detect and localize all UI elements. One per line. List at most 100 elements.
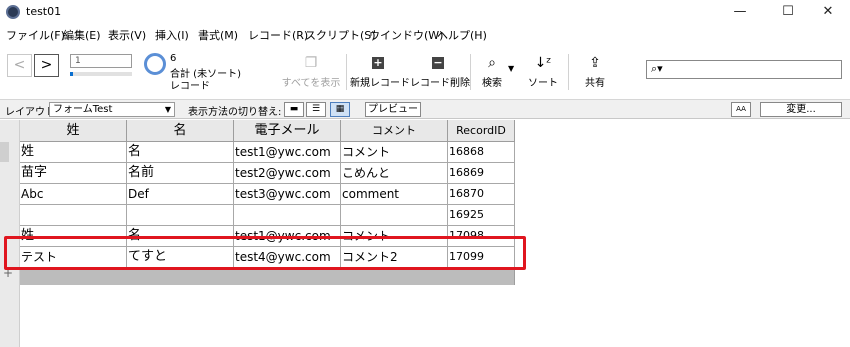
table-cell[interactable]: 17098 bbox=[448, 226, 515, 247]
table-cell[interactable] bbox=[20, 205, 127, 226]
minimize-button[interactable]: — bbox=[718, 0, 762, 24]
text-format-button[interactable]: AA bbox=[731, 102, 751, 117]
table-cell[interactable]: test4@ywc.com bbox=[234, 247, 341, 270]
new-record-label: 新規レコード bbox=[350, 78, 410, 89]
menu-bar: ファイル(F) 編集(E) 表示(V) 挿入(I) 書式(M) レコード(R) … bbox=[0, 26, 850, 44]
table-cell[interactable]: 名 bbox=[127, 142, 234, 163]
menu-help[interactable]: ヘルプ(H) bbox=[437, 27, 487, 43]
minus-icon: − bbox=[432, 56, 444, 69]
show-all-icon: ❐ bbox=[304, 55, 318, 71]
toolbar-separator bbox=[568, 54, 569, 90]
record-slider-fill bbox=[70, 72, 74, 76]
plus-icon[interactable]: + bbox=[3, 266, 13, 280]
title-bar: test01 — ☐ ✕ bbox=[0, 0, 850, 24]
table-cell[interactable]: Def bbox=[127, 184, 234, 205]
close-button[interactable]: ✕ bbox=[806, 0, 850, 24]
table-cell[interactable] bbox=[341, 205, 448, 226]
table-cell[interactable]: 16868 bbox=[448, 142, 515, 163]
record-unit: レコード bbox=[170, 81, 210, 92]
delete-record-label: レコード削除 bbox=[410, 78, 470, 89]
menu-format[interactable]: 書式(M) bbox=[198, 27, 238, 43]
new-record-button[interactable]: + 新規レコード bbox=[350, 52, 410, 96]
table-cell[interactable]: test1@ywc.com bbox=[234, 142, 341, 163]
table-cell[interactable]: test2@ywc.com bbox=[234, 163, 341, 184]
record-count: 6 bbox=[170, 53, 177, 64]
table-footer bbox=[20, 270, 515, 285]
toolbar-separator bbox=[470, 54, 471, 90]
table-cell[interactable]: こめんと bbox=[341, 163, 448, 184]
table-cell[interactable]: てすと bbox=[127, 247, 234, 270]
table-cell[interactable]: 16870 bbox=[448, 184, 515, 205]
table-cell[interactable]: 16925 bbox=[448, 205, 515, 226]
gutter-marker bbox=[0, 142, 9, 162]
table-cell[interactable]: コメント bbox=[341, 226, 448, 247]
toolbar-separator bbox=[346, 54, 347, 90]
table-cell[interactable]: Abc bbox=[20, 184, 127, 205]
app-window: test01 — ☐ ✕ ファイル(F) 編集(E) 表示(V) 挿入(I) 書… bbox=[0, 0, 850, 347]
layout-select-value: フォームTest bbox=[53, 104, 113, 115]
share-button[interactable]: ⇪ 共有 bbox=[580, 52, 610, 96]
table-cell[interactable]: 名前 bbox=[127, 163, 234, 184]
table-cell[interactable]: 名 bbox=[127, 226, 234, 247]
chevron-down-icon: ▼ bbox=[164, 105, 171, 114]
column-header-recordid[interactable]: RecordID bbox=[448, 120, 515, 142]
view-as-label: 表示方法の切り替え: bbox=[188, 107, 282, 118]
menu-file[interactable]: ファイル(F) bbox=[6, 27, 65, 43]
menu-edit[interactable]: 編集(E) bbox=[63, 27, 101, 43]
table-cell[interactable]: 苗字 bbox=[20, 163, 127, 184]
table-cell[interactable]: 17099 bbox=[448, 247, 515, 270]
magnifier-icon: ⌕ bbox=[488, 55, 496, 71]
window-title: test01 bbox=[26, 5, 62, 18]
status-toolbar: < > 1 6 合計 (未ソート) レコード ❐ すべてを表示 + 新規レコード… bbox=[0, 46, 850, 98]
layout-select[interactable]: フォームTest ▼ bbox=[49, 102, 175, 117]
menu-scripts[interactable]: スクリプト(S) bbox=[305, 27, 376, 43]
view-as-form-button[interactable]: ▬ bbox=[284, 102, 304, 117]
menu-window[interactable]: ウインドウ(W) bbox=[369, 27, 443, 43]
sort-icon: ↓ᶻ bbox=[534, 55, 552, 71]
previous-record-button[interactable]: < bbox=[7, 54, 32, 77]
table-cell[interactable]: 姓 bbox=[20, 142, 127, 163]
show-all-label: すべてを表示 bbox=[281, 78, 341, 89]
table-cell[interactable]: 姓 bbox=[20, 226, 127, 247]
plus-icon: + bbox=[372, 56, 384, 69]
table-cell[interactable]: コメント2 bbox=[341, 247, 448, 270]
find-button[interactable]: ⌕ 検索 bbox=[478, 52, 506, 96]
menu-insert[interactable]: 挿入(I) bbox=[155, 27, 189, 43]
table-cell[interactable] bbox=[234, 205, 341, 226]
column-header-comment[interactable]: コメント bbox=[341, 120, 448, 142]
search-icon: ⌕▾ bbox=[651, 62, 663, 75]
column-header-email[interactable]: 電子メール bbox=[234, 120, 341, 142]
menu-records[interactable]: レコード(R) bbox=[248, 27, 308, 43]
find-label: 検索 bbox=[482, 78, 502, 89]
table-cell[interactable]: test1@ywc.com bbox=[234, 226, 341, 247]
table-cell[interactable]: comment bbox=[341, 184, 448, 205]
table-cell[interactable]: test3@ywc.com bbox=[234, 184, 341, 205]
layout-bar: レイアウト: フォームTest ▼ 表示方法の切り替え: ▬ ☰ ▦ プレビュー… bbox=[0, 99, 850, 119]
quick-find-input[interactable]: ⌕▾ bbox=[646, 60, 842, 79]
app-icon bbox=[6, 5, 20, 19]
table-cell[interactable]: コメント bbox=[341, 142, 448, 163]
modify-button[interactable]: 変更... bbox=[760, 102, 842, 117]
layout-gutter: + bbox=[0, 120, 20, 347]
find-dropdown-icon[interactable]: ▼ bbox=[508, 64, 514, 73]
next-record-button[interactable]: > bbox=[34, 54, 59, 77]
table-cell[interactable]: テスト bbox=[20, 247, 127, 270]
share-icon: ⇪ bbox=[589, 55, 601, 71]
view-as-list-button[interactable]: ☰ bbox=[306, 102, 326, 117]
show-all-button[interactable]: ❐ すべてを表示 bbox=[280, 52, 342, 96]
record-pie-icon bbox=[144, 53, 166, 75]
sort-label: ソート bbox=[528, 78, 558, 89]
column-header-first-name[interactable]: 名 bbox=[127, 120, 234, 142]
table-cell[interactable]: 16869 bbox=[448, 163, 515, 184]
sort-button[interactable]: ↓ᶻ ソート bbox=[528, 52, 558, 96]
maximize-button[interactable]: ☐ bbox=[766, 0, 810, 24]
preview-button[interactable]: プレビュー bbox=[365, 102, 421, 117]
menu-view[interactable]: 表示(V) bbox=[108, 27, 146, 43]
record-number-input[interactable]: 1 bbox=[70, 54, 132, 68]
view-as-table-button[interactable]: ▦ bbox=[330, 102, 350, 117]
delete-record-button[interactable]: − レコード削除 bbox=[410, 52, 470, 96]
column-header-last-name[interactable]: 姓 bbox=[20, 120, 127, 142]
share-label: 共有 bbox=[585, 78, 605, 89]
table-cell[interactable] bbox=[127, 205, 234, 226]
record-slider[interactable] bbox=[70, 72, 132, 76]
